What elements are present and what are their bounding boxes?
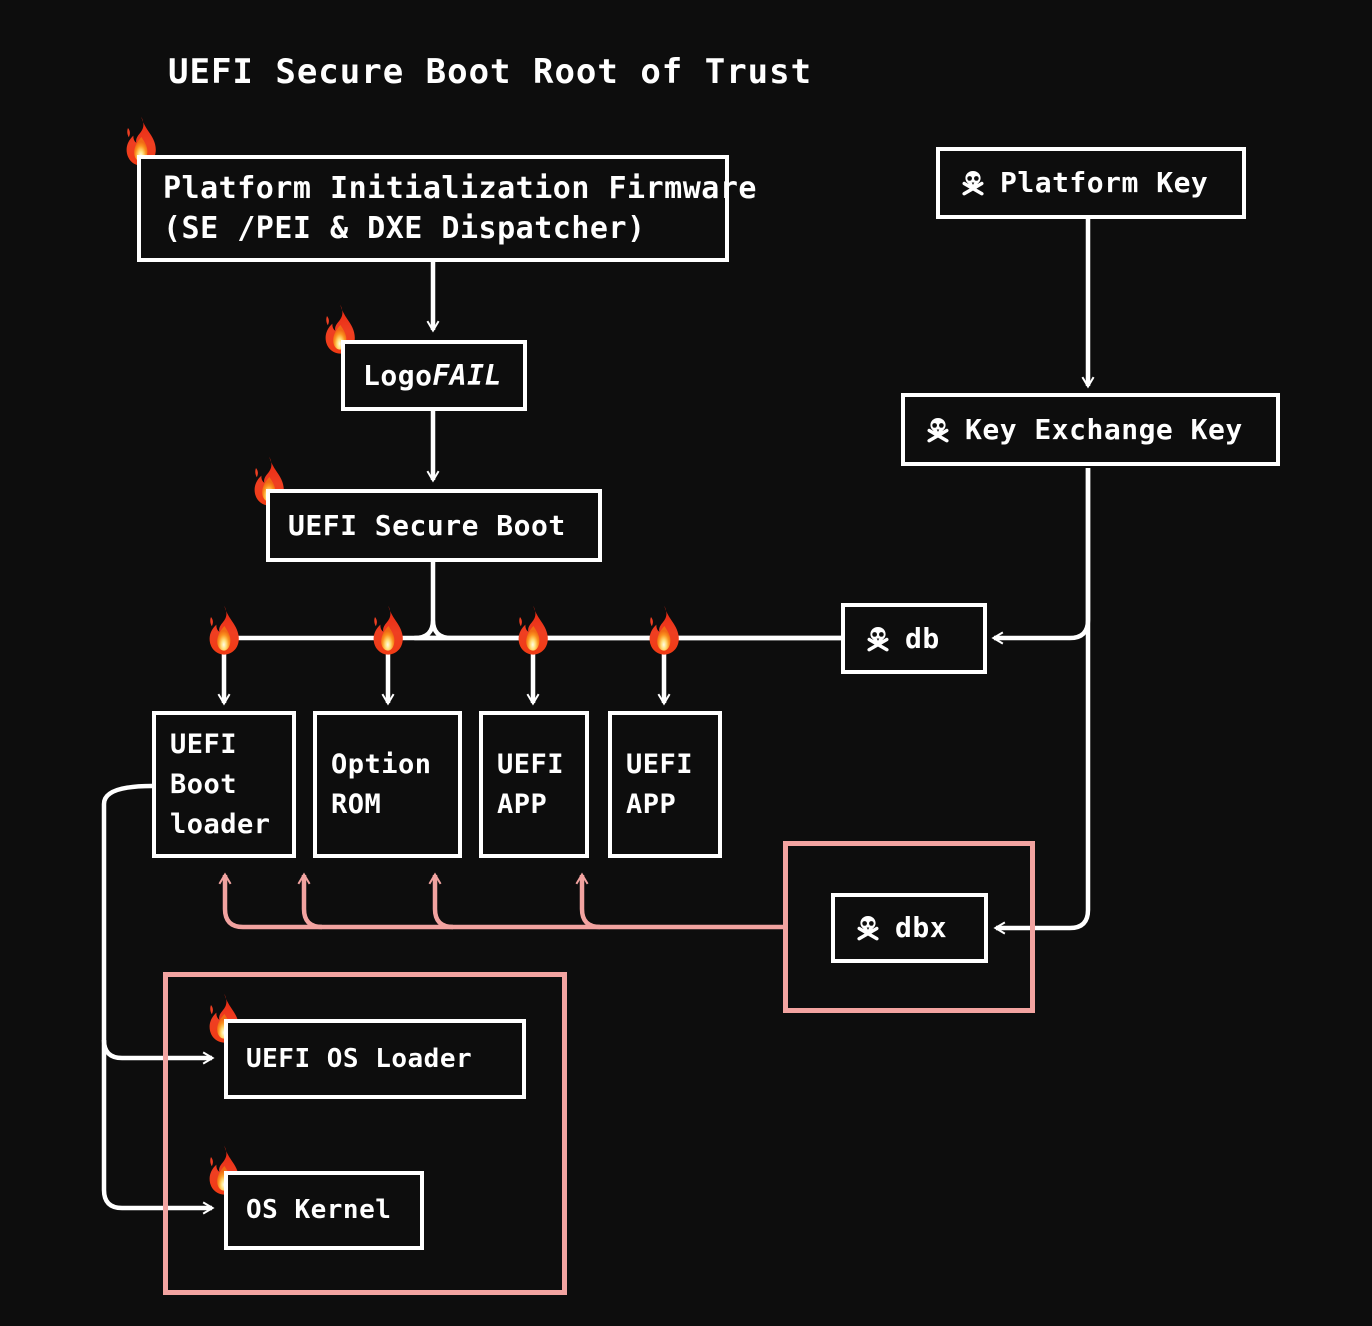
node-key-exchange-key[interactable]: Key Exchange Key bbox=[901, 393, 1280, 466]
key-exchange-key-label: Key Exchange Key bbox=[965, 412, 1243, 446]
logofail-emphasis: FAIL bbox=[432, 358, 502, 392]
logofail-label: LogoFAIL bbox=[363, 357, 505, 395]
boot-loader-line-3: loader bbox=[170, 808, 271, 840]
db-row: db bbox=[863, 620, 965, 658]
skull-and-crossbones-icon bbox=[867, 626, 889, 651]
skull-and-crossbones-icon bbox=[927, 417, 949, 442]
node-uefi-secure-boot[interactable]: UEFI Secure Boot bbox=[266, 489, 602, 562]
uefi-app-1-line-2: APP bbox=[497, 788, 548, 820]
dbx-row: dbx bbox=[853, 909, 966, 947]
uefi-app-2-line-2: APP bbox=[626, 788, 677, 820]
fire-icon bbox=[518, 605, 548, 655]
boot-loader-line-2: Boot bbox=[170, 768, 238, 800]
key-exchange-key-row: Key Exchange Key bbox=[923, 411, 1258, 449]
diagram-canvas: UEFI Secure Boot Root of Trust Platform … bbox=[0, 0, 1372, 1326]
fire-icon bbox=[209, 605, 239, 655]
fire-icon bbox=[373, 605, 403, 655]
pi-firmware-line-2: (SE /PEI & DXE Dispatcher) bbox=[163, 210, 646, 246]
node-dbx[interactable]: dbx bbox=[831, 893, 988, 963]
node-platform-initialization-firmware[interactable]: Platform Initialization Firmware (SE /PE… bbox=[137, 155, 757, 262]
skull-and-crossbones-icon bbox=[962, 171, 984, 196]
option-rom-line-2: ROM bbox=[331, 788, 382, 820]
node-db[interactable]: db bbox=[841, 603, 987, 674]
node-uefi-boot-loader[interactable]: UEFI Boot loader bbox=[152, 711, 296, 858]
boot-loader-line-1: UEFI bbox=[170, 728, 238, 760]
page-title: UEFI Secure Boot Root of Trust bbox=[168, 52, 813, 92]
platform-key-row: Platform Key bbox=[958, 164, 1224, 202]
uefi-secure-boot-label: UEFI Secure Boot bbox=[288, 508, 566, 542]
pi-firmware-line-1: Platform Initialization Firmware bbox=[163, 170, 757, 206]
logofail-prefix: Logo bbox=[363, 358, 433, 392]
node-uefi-app-1[interactable]: UEFI APP bbox=[479, 711, 589, 858]
option-rom-line-1: Option bbox=[331, 748, 432, 780]
node-platform-key[interactable]: Platform Key bbox=[936, 147, 1246, 219]
uefi-os-loader-label: UEFI OS Loader bbox=[246, 1043, 473, 1074]
uefi-app-1-line-1: UEFI bbox=[497, 748, 565, 780]
node-os-kernel[interactable]: OS Kernel bbox=[224, 1171, 424, 1250]
fire-icon bbox=[649, 605, 679, 655]
skull-and-crossbones-icon bbox=[857, 916, 879, 941]
node-uefi-os-loader[interactable]: UEFI OS Loader bbox=[224, 1019, 526, 1099]
uefi-app-2-line-1: UEFI bbox=[626, 748, 694, 780]
node-logofail[interactable]: LogoFAIL bbox=[341, 340, 527, 411]
os-kernel-label: OS Kernel bbox=[246, 1195, 392, 1225]
db-label: db bbox=[905, 621, 940, 655]
platform-key-label: Platform Key bbox=[1000, 166, 1209, 199]
node-uefi-app-2[interactable]: UEFI APP bbox=[608, 711, 722, 858]
dbx-label: dbx bbox=[895, 911, 948, 944]
node-option-rom[interactable]: Option ROM bbox=[313, 711, 462, 858]
